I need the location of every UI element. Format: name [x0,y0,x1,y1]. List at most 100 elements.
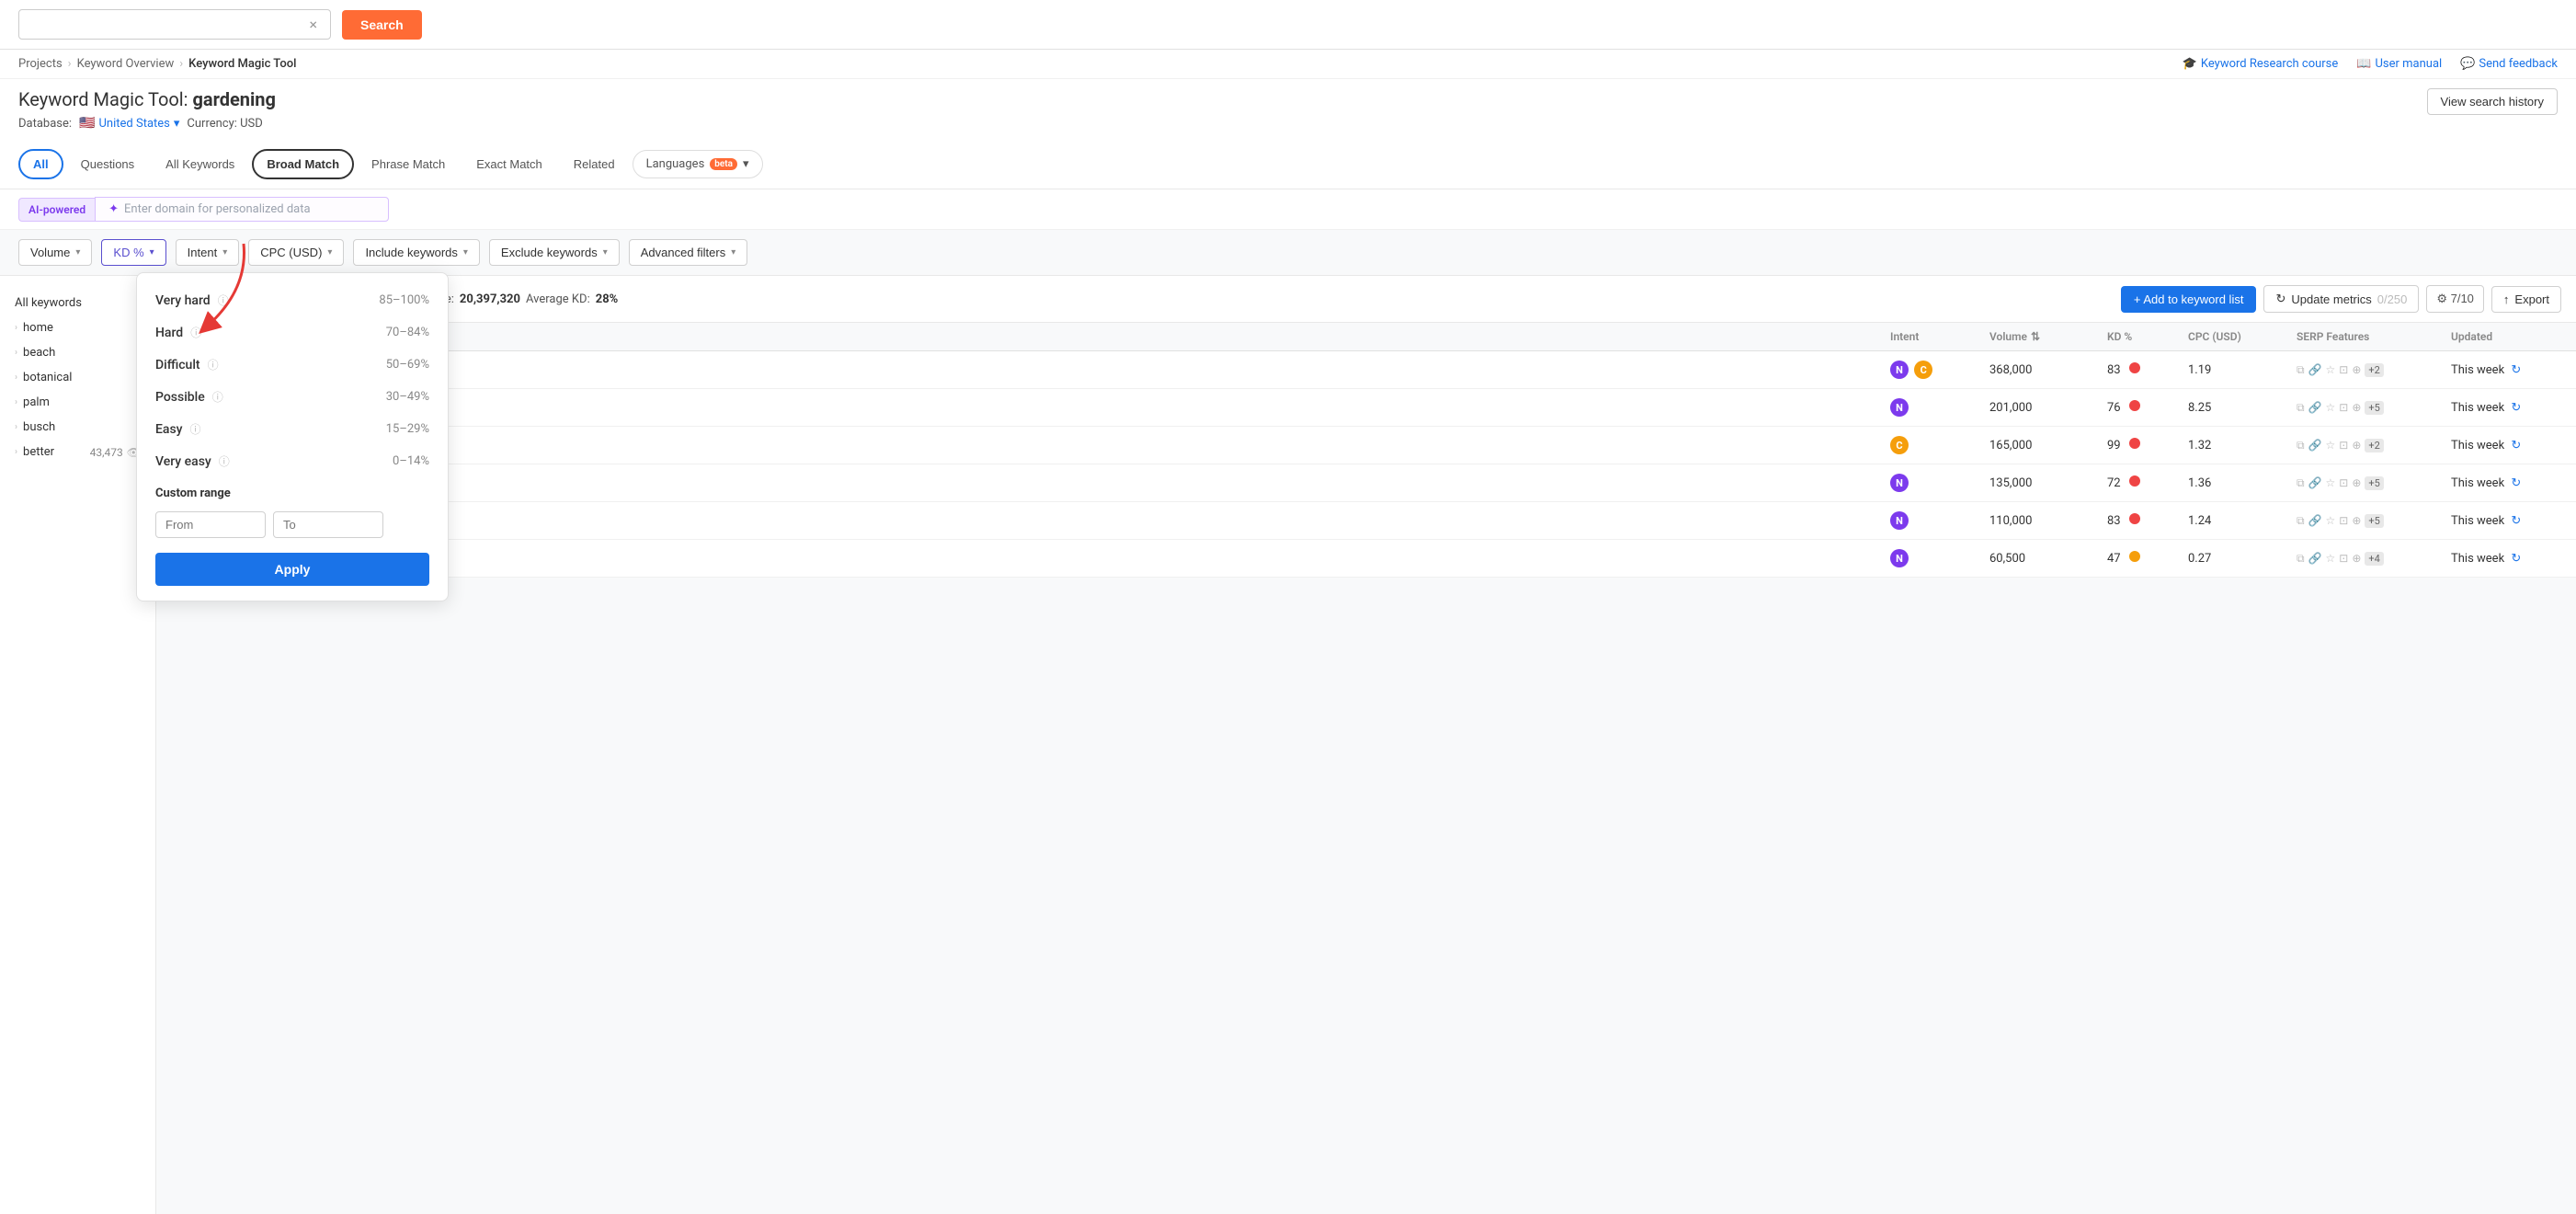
volume-cell: 165,000 [1989,439,2100,452]
export-button[interactable]: ↑ Export [2491,286,2561,313]
kd-apply-button[interactable]: Apply [155,553,429,586]
tab-broad-match[interactable]: Broad Match [252,149,354,179]
tab-exact-match[interactable]: Exact Match [462,150,556,178]
include-keywords-filter[interactable]: Include keywords ▾ [353,239,479,266]
kd-option-difficult[interactable]: Difficult ⓘ 50–69% [137,349,448,381]
col-volume[interactable]: Volume ⇅ [1989,330,2100,343]
main-content: By number Keywords: 1,134,761 Total volu… [156,276,2576,1214]
serp-cell: ⧉ 🔗 ☆ ⊡ ⊕ +4 [2297,552,2444,566]
update-metrics-button[interactable]: ↻ Update metrics 0/250 [2263,285,2419,313]
volume-cell: 368,000 [1989,363,2100,377]
stats-actions: + Add to keyword list ↻ Update metrics 0… [2121,285,2561,313]
send-feedback-link[interactable]: 💬 Send feedback [2460,57,2558,71]
intent-badge-c: C [1914,361,1932,379]
languages-dropdown[interactable]: Languages beta ▾ [633,150,763,178]
serp-icon-5: ⊕ [2352,514,2361,527]
sidebar-item-all[interactable]: All keywords [0,291,155,315]
updated-cell: This week ↻ [2451,439,2561,452]
volume-cell: 135,000 [1989,476,2100,490]
col-kd: KD % [2107,330,2181,343]
serp-plus: +5 [2365,514,2383,528]
export-icon: ↑ [2503,292,2510,306]
kd-option-very-hard[interactable]: Very hard ⓘ 85–100% [137,284,448,316]
add-to-keyword-list-button[interactable]: + Add to keyword list [2121,286,2257,313]
tab-all-keywords[interactable]: All Keywords [152,150,248,178]
sidebar-item-palm[interactable]: › palm [0,390,155,415]
tab-phrase-match[interactable]: Phrase Match [358,150,459,178]
sidebar-item-beach[interactable]: › beach [0,340,155,365]
intent-cell: N [1890,549,1982,567]
serp-icon-5: ⊕ [2352,476,2361,489]
kd-indicator [2129,362,2140,373]
info-icon: ⓘ [190,325,201,340]
info-icon: ⓘ [218,292,229,308]
breadcrumb-projects[interactable]: Projects [18,57,63,71]
serp-icon-5: ⊕ [2352,363,2361,376]
settings-button[interactable]: ⚙ 7/10 [2426,285,2484,313]
us-flag: 🇺🇸 [79,116,95,131]
kd-indicator [2129,400,2140,411]
serp-icon-3: ☆ [2326,552,2336,565]
serp-icon-1: ⧉ [2297,401,2305,415]
sidebar-item-botanical[interactable]: › botanical [0,365,155,390]
search-button[interactable]: Search [342,10,422,40]
kd-option-hard[interactable]: Hard ⓘ 70–84% [137,316,448,349]
kd-option-very-easy[interactable]: Very easy ⓘ 0–14% [137,445,448,477]
serp-icon-4: ⊡ [2339,552,2348,565]
tab-questions[interactable]: Questions [67,150,149,178]
serp-icon-2: 🔗 [2308,552,2322,565]
refresh-icon[interactable]: ↻ [2511,552,2521,566]
advanced-filters[interactable]: Advanced filters ▾ [629,239,748,266]
keyword-cell: ⊕ callaway gardens » [208,551,1883,566]
col-updated: Updated [2451,330,2561,343]
view-history-button[interactable]: View search history [2427,88,2558,115]
kd-option-possible[interactable]: Possible ⓘ 30–49% [137,381,448,413]
updated-cell: This week ↻ [2451,401,2561,415]
kd-option-easy[interactable]: Easy ⓘ 15–29% [137,413,448,445]
breadcrumb-current: Keyword Magic Tool [188,57,296,71]
intent-cell: N [1890,511,1982,530]
sidebar-item-better[interactable]: › better 43,473 👁 [0,440,155,464]
tab-all[interactable]: All [18,149,63,179]
intent-badge-n: N [1890,361,1909,379]
cpc-filter[interactable]: CPC (USD) ▾ [248,239,344,266]
sidebar-item-home[interactable]: › home [0,315,155,340]
serp-icon-4: ⊡ [2339,514,2348,527]
page-header: Keyword Magic Tool: gardening Database: … [0,79,2576,140]
table-row: ⊕ longwood gardens » N 201,000 76 8.25 ⧉… [156,389,2576,427]
intent-badge-n: N [1890,474,1909,492]
info-icon: ⓘ [208,357,219,372]
refresh-icon[interactable]: ↻ [2511,476,2521,490]
refresh-icon[interactable]: ↻ [2511,363,2521,377]
volume-cell: 201,000 [1989,401,2100,415]
sort-icon: ⇅ [2031,330,2040,343]
kd-filter[interactable]: KD % ▾ [101,239,165,266]
search-input[interactable]: gardening [28,17,309,32]
refresh-icon[interactable]: ↻ [2511,514,2521,528]
kd-from-input[interactable] [155,511,266,538]
intent-badge-n: N [1890,549,1909,567]
table-row: ⊕ callaway gardens » N 60,500 47 0.27 ⧉ … [156,540,2576,578]
chevron-down-icon: ▾ [463,247,468,258]
breadcrumb-keyword-overview[interactable]: Keyword Overview [77,57,175,71]
keyword-research-course-link[interactable]: 🎓 Keyword Research course [2183,57,2339,71]
filters-bar: Volume ▾ KD % ▾ Intent ▾ CPC (USD) ▾ Inc… [0,230,2576,276]
chevron-right-icon: › [15,447,17,457]
clear-icon[interactable]: × [309,16,317,33]
ai-domain-input[interactable]: ✦ Enter domain for personalized data [95,197,389,222]
volume-filter[interactable]: Volume ▾ [18,239,92,266]
exclude-keywords-filter[interactable]: Exclude keywords ▾ [489,239,620,266]
sidebar-item-busch[interactable]: › busch [0,415,155,440]
chevron-down-icon: ▾ [743,157,749,171]
user-manual-link[interactable]: 📖 User manual [2356,57,2442,71]
kd-to-input[interactable] [273,511,383,538]
serp-icon-2: 🔗 [2308,363,2322,376]
refresh-icon[interactable]: ↻ [2511,439,2521,452]
tab-related[interactable]: Related [560,150,629,178]
updated-cell: This week ↻ [2451,552,2561,566]
chevron-right-icon: › [15,348,17,358]
database-selector[interactable]: 🇺🇸 United States ▾ [79,116,179,131]
intent-filter[interactable]: Intent ▾ [176,239,240,266]
refresh-icon[interactable]: ↻ [2511,401,2521,415]
chevron-down-icon: ▾ [150,247,154,258]
